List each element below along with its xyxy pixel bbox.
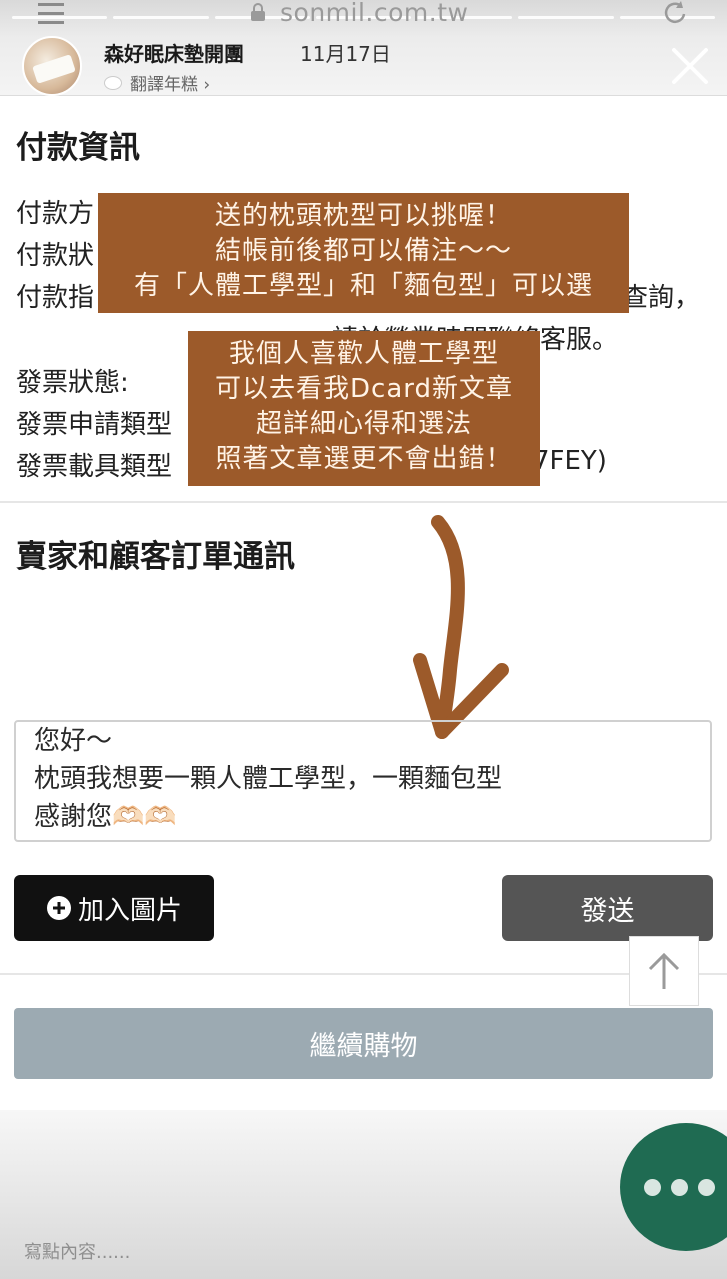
translate-label: 翻譯年糕 › <box>130 75 211 95</box>
section-divider <box>0 501 727 503</box>
chat-dots-icon <box>671 1178 688 1196</box>
payment-query-text: 查詢， <box>622 283 701 313</box>
message-line: 枕頭我想要一顆人體工學型，一顆麵包型 <box>34 764 503 794</box>
story-progress-segment <box>518 16 614 19</box>
invoice-carrier-value: 7FEY) <box>533 446 607 476</box>
payment-method-label: 付款方 <box>16 199 95 229</box>
order-messages-title: 賣家和顧客訂單通訊 <box>16 539 295 575</box>
send-button[interactable]: 發送 <box>502 875 713 941</box>
invoice-apply-type-label: 發票申請類型 <box>16 410 173 440</box>
story-reply-input[interactable]: 寫點內容...... <box>24 1238 130 1264</box>
add-image-label: 加入圖片 <box>77 895 182 926</box>
lock-icon <box>251 3 265 21</box>
chat-dots-icon <box>644 1178 661 1196</box>
url-bar-text[interactable]: sonmil.com.tw <box>280 0 468 27</box>
chat-dots-icon <box>698 1178 715 1196</box>
avatar-pillow-image <box>32 54 76 84</box>
close-icon[interactable] <box>668 44 712 88</box>
sticker-line: 有「人體工學型」和「麵包型」可以選 <box>133 271 593 301</box>
story-header: sonmil.com.tw 森好眠床墊開團 11月17日 翻譯年糕 › <box>0 0 727 96</box>
hand-drawn-arrow-icon <box>413 515 509 739</box>
arrow-up-icon <box>648 952 680 989</box>
continue-shopping-button[interactable]: 繼續購物 <box>14 1008 713 1079</box>
payment-info-title: 付款資訊 <box>16 130 140 166</box>
section-divider <box>0 973 727 975</box>
story-progress-segment <box>113 16 209 19</box>
add-image-button[interactable]: 加入圖片 <box>14 875 214 941</box>
scroll-to-top-button[interactable] <box>629 936 699 1006</box>
payment-status-label: 付款狀 <box>16 241 95 271</box>
sticker-line: 照著文章選更不會出錯！ <box>215 444 513 474</box>
story-text-sticker-pillow-choice: 送的枕頭枕型可以挑喔！ 結帳前後都可以備注～～ 有「人體工學型」和「麵包型」可以… <box>98 193 629 313</box>
invoice-status-label: 發票狀態: <box>16 368 129 398</box>
story-text-sticker-recommendation: 我個人喜歡人體工學型 可以去看我Dcard新文章 超詳細心得和選法 照著文章選更… <box>188 331 540 486</box>
invoice-carrier-type-label: 發票載具類型 <box>16 452 173 482</box>
sticker-line: 我個人喜歡人體工學型 <box>228 339 499 369</box>
reload-icon[interactable] <box>662 0 690 26</box>
sticker-line: 結帳前後都可以備注～～ <box>214 236 512 266</box>
message-textarea[interactable]: 您好～ 枕頭我想要一顆人體工學型，一顆麵包型 感謝您🫶🏻🫶🏻 <box>14 720 712 842</box>
plus-circle-icon <box>46 896 71 920</box>
payment-guide-label: 付款指 <box>16 283 95 313</box>
message-line: 您好～ <box>34 726 113 756</box>
avatar[interactable] <box>22 36 82 96</box>
translate-bubble-icon <box>104 75 122 90</box>
sticker-line: 送的枕頭枕型可以挑喔！ <box>214 201 512 231</box>
message-line: 感謝您🫶🏻🫶🏻 <box>34 802 177 832</box>
sticker-line: 超詳細心得和選法 <box>255 409 472 439</box>
menu-icon[interactable] <box>36 0 66 28</box>
sticker-line: 可以去看我Dcard新文章 <box>215 374 513 404</box>
post-date: 11月17日 <box>300 42 391 66</box>
account-name[interactable]: 森好眠床墊開團 <box>104 38 244 67</box>
translate-link[interactable]: 翻譯年糕 › <box>104 70 210 95</box>
